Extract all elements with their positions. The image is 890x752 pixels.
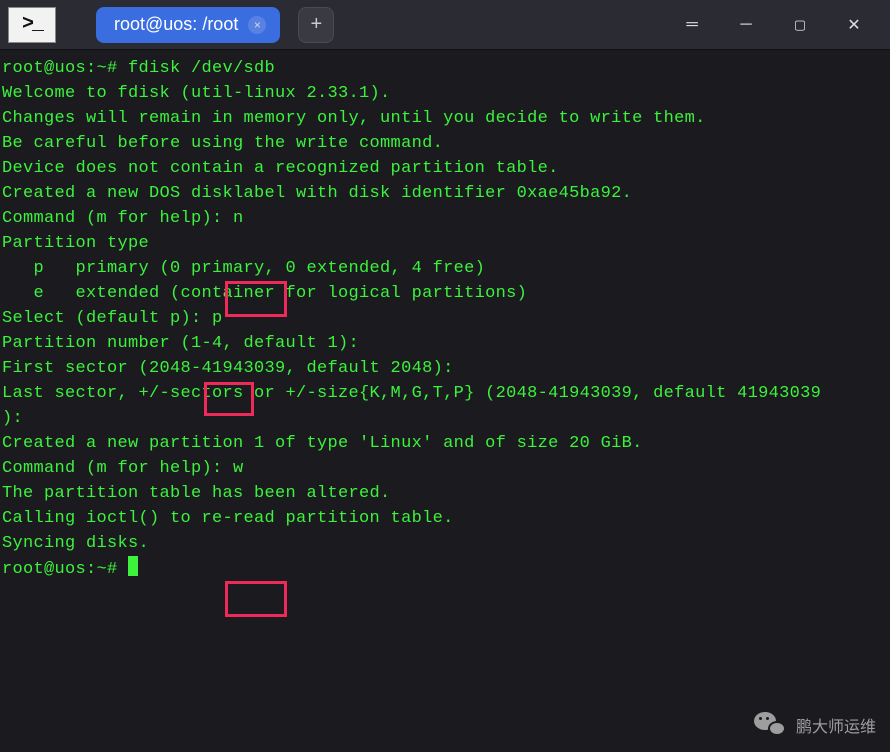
- minimize-button[interactable]: ─: [734, 13, 758, 37]
- terminal-line: root@uos:~# fdisk /dev/sdb: [2, 56, 888, 81]
- terminal-line: Partition type: [2, 231, 888, 256]
- terminal-line: root@uos:~#: [2, 556, 888, 582]
- wechat-icon: [754, 712, 786, 738]
- watermark-text: 鹏大师运维: [796, 713, 876, 737]
- new-tab-button[interactable]: +: [298, 7, 334, 43]
- cursor: [128, 556, 138, 576]
- terminal-line: ):: [2, 406, 888, 431]
- menu-button[interactable]: ═: [680, 13, 704, 37]
- tab-active[interactable]: root@uos: /root ×: [96, 7, 280, 43]
- terminal-line: Welcome to fdisk (util-linux 2.33.1).: [2, 81, 888, 106]
- close-button[interactable]: ✕: [842, 13, 866, 37]
- terminal-line: Changes will remain in memory only, unti…: [2, 106, 888, 131]
- terminal-line: Created a new DOS disklabel with disk id…: [2, 181, 888, 206]
- terminal-line: p primary (0 primary, 0 extended, 4 free…: [2, 256, 888, 281]
- terminal-line: Partition number (1-4, default 1):: [2, 331, 888, 356]
- window-controls: ═ ─ ▢ ✕: [680, 13, 882, 37]
- terminal-line: Calling ioctl() to re-read partition tab…: [2, 506, 888, 531]
- terminal-icon: >_: [22, 13, 42, 36]
- terminal-line: Command (m for help): n: [2, 206, 888, 231]
- tab-close-button[interactable]: ×: [248, 16, 266, 34]
- terminal-line: Be careful before using the write comman…: [2, 131, 888, 156]
- terminal-line: Created a new partition 1 of type 'Linux…: [2, 431, 888, 456]
- terminal-line: First sector (2048-41943039, default 204…: [2, 356, 888, 381]
- terminal-line: Syncing disks.: [2, 531, 888, 556]
- terminal-line: Last sector, +/-sectors or +/-size{K,M,G…: [2, 381, 888, 406]
- terminal-line: The partition table has been altered.: [2, 481, 888, 506]
- app-icon[interactable]: >_: [8, 7, 56, 43]
- terminal-line: e extended (container for logical partit…: [2, 281, 888, 306]
- tab-label: root@uos: /root: [114, 14, 238, 35]
- terminal-line: Command (m for help): w: [2, 456, 888, 481]
- terminal-output[interactable]: root@uos:~# fdisk /dev/sdbWelcome to fdi…: [0, 50, 890, 588]
- terminal-line: Select (default p): p: [2, 306, 888, 331]
- terminal-line: Device does not contain a recognized par…: [2, 156, 888, 181]
- titlebar: >_ root@uos: /root × + ═ ─ ▢ ✕: [0, 0, 890, 50]
- watermark: 鹏大师运维: [754, 712, 876, 738]
- maximize-button[interactable]: ▢: [788, 13, 812, 37]
